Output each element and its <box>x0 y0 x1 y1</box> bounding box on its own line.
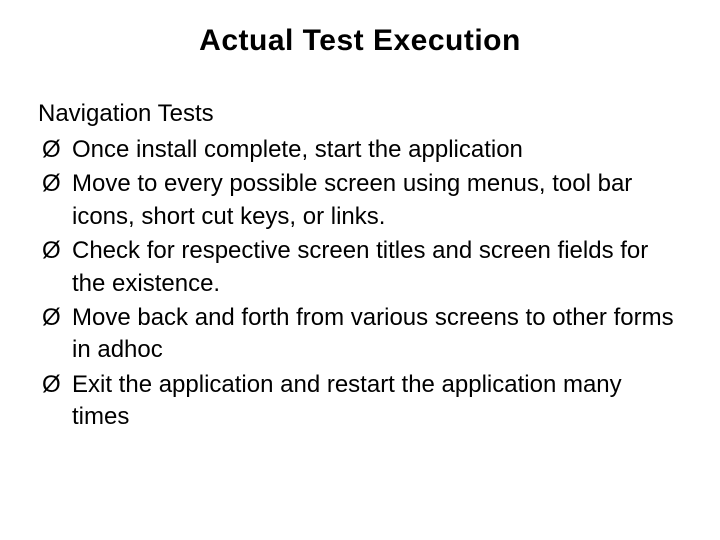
bullet-icon: Ø <box>42 302 61 334</box>
bullet-text: Check for respective screen titles and s… <box>72 237 648 296</box>
bullet-list: Ø Once install complete, start the appli… <box>42 134 684 434</box>
list-item: Ø Exit the application and restart the a… <box>42 369 684 434</box>
bullet-text: Once install complete, start the applica… <box>72 136 523 163</box>
bullet-icon: Ø <box>42 235 61 267</box>
bullet-icon: Ø <box>42 369 61 401</box>
list-item: Ø Once install complete, start the appli… <box>42 134 684 166</box>
list-item: Ø Move back and forth from various scree… <box>42 302 684 367</box>
section-subtitle: Navigation Tests <box>38 100 684 128</box>
bullet-icon: Ø <box>42 168 61 200</box>
bullet-text: Move to every possible screen using menu… <box>72 170 632 229</box>
list-item: Ø Move to every possible screen using me… <box>42 168 684 233</box>
bullet-icon: Ø <box>42 134 61 166</box>
bullet-text: Move back and forth from various screens… <box>72 304 674 363</box>
list-item: Ø Check for respective screen titles and… <box>42 235 684 300</box>
bullet-text: Exit the application and restart the app… <box>72 371 622 430</box>
slide-title: Actual Test Execution <box>36 24 684 58</box>
